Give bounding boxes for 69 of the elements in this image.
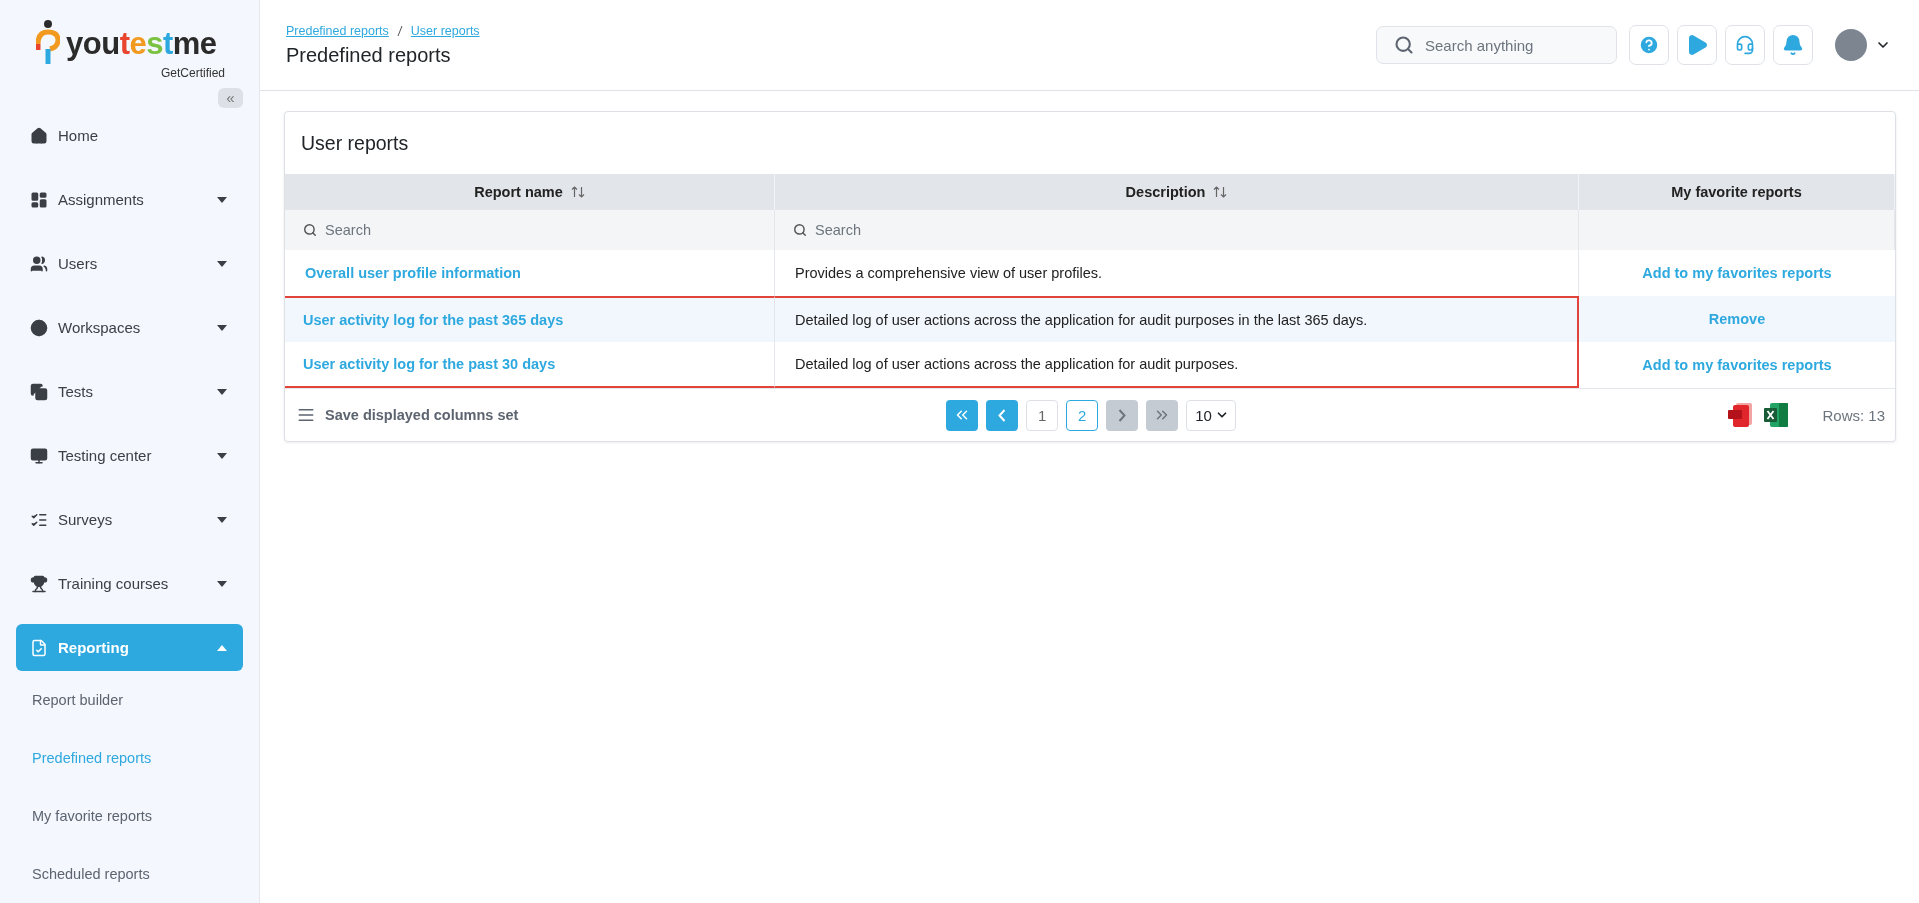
sidebar-item[interactable]: Users: [16, 240, 243, 287]
sidebar-item[interactable]: Surveys: [16, 496, 243, 543]
bell-icon: [1782, 34, 1804, 56]
column-label: My favorite reports: [1671, 184, 1802, 200]
chevron-left-icon: [998, 408, 1007, 422]
breadcrumb-separator-icon: [396, 25, 403, 36]
filter-field[interactable]: Search: [285, 210, 774, 250]
report-description: Detailed log of user actions across the application for audit purposes in the last 365 days.: [795, 312, 1368, 328]
headset-icon: [1735, 35, 1755, 55]
logo-tagline: GetCertified: [160, 66, 225, 80]
card-title: User reports: [300, 130, 410, 156]
column-label: Report name: [474, 184, 563, 200]
sidebar-item[interactable]: Workspaces: [16, 304, 243, 351]
excel-export-icon[interactable]: [1764, 403, 1789, 427]
filter-field[interactable]: Search: [775, 210, 1578, 250]
list-icon: [297, 406, 315, 424]
sidebar-item[interactable]: Training courses: [16, 560, 243, 607]
chevron-right-icon: [1118, 408, 1127, 422]
search-field[interactable]: Search anything: [1376, 26, 1617, 64]
column-label: Description: [1125, 184, 1206, 200]
sidebar-item[interactable]: Tests: [16, 368, 243, 415]
page-size-select[interactable]: 10: [1186, 399, 1236, 431]
column-header[interactable]: Report name: [285, 174, 775, 210]
pdf-export-icon[interactable]: [1728, 403, 1755, 427]
help-button[interactable]: [1629, 25, 1669, 65]
caret-down-icon: [217, 580, 227, 587]
search-icon: [1394, 35, 1414, 55]
column-header[interactable]: Description: [775, 174, 1579, 210]
sidebar-item[interactable]: Assignments: [16, 176, 243, 223]
report-icon: [30, 638, 48, 657]
users-icon: [30, 254, 48, 273]
collapse-sidebar-button[interactable]: «: [218, 88, 243, 108]
search-icon: [303, 223, 317, 237]
play-button[interactable]: [1677, 25, 1717, 65]
trophy-icon: [30, 574, 48, 593]
save-columns-button[interactable]: Save displayed columns set: [297, 406, 519, 424]
user-avatar[interactable]: [1835, 29, 1867, 61]
search-icon: [793, 223, 807, 237]
sort-icon: [570, 186, 585, 198]
caret-up-icon: [217, 644, 227, 651]
sidebar-subitem[interactable]: Scheduled reports: [16, 845, 243, 903]
pager-nav-button[interactable]: [946, 399, 979, 431]
logo-wordmark: youtestme: [66, 27, 217, 59]
page-title: Predefined reports: [286, 43, 452, 67]
support-button[interactable]: [1725, 25, 1765, 65]
monitor-icon: [30, 446, 48, 465]
caret-down-icon: [217, 516, 227, 523]
logo-icon: [36, 20, 60, 66]
help-icon: [1638, 34, 1660, 56]
sidebar-item[interactable]: Testing center: [16, 432, 243, 479]
pager-nav-button[interactable]: [986, 399, 1019, 431]
home-icon: [30, 126, 48, 145]
sort-icon: [1213, 186, 1228, 198]
caret-down-icon: [217, 260, 227, 267]
dashboard-icon: [30, 190, 48, 209]
column-header[interactable]: My favorite reports: [1579, 174, 1895, 210]
caret-down-icon: [217, 196, 227, 203]
sidebar-subitem[interactable]: Report builder: [16, 671, 243, 729]
caret-down-icon: [217, 324, 227, 331]
caret-down-icon: [217, 388, 227, 395]
copy-icon: [30, 382, 48, 401]
sidebar-subitem[interactable]: My favorite reports: [16, 787, 243, 845]
report-description: Detailed log of user actions across the application for audit purposes.: [795, 356, 1239, 372]
page-button[interactable]: 1: [1026, 399, 1059, 431]
notifications-button[interactable]: [1773, 25, 1813, 65]
rows-count: Rows: 13: [1822, 406, 1885, 424]
sidebar-item[interactable]: Home: [16, 112, 243, 159]
report-description: Provides a comprehensive view of user profiles.: [795, 265, 1103, 281]
caret-down-icon: [217, 452, 227, 459]
